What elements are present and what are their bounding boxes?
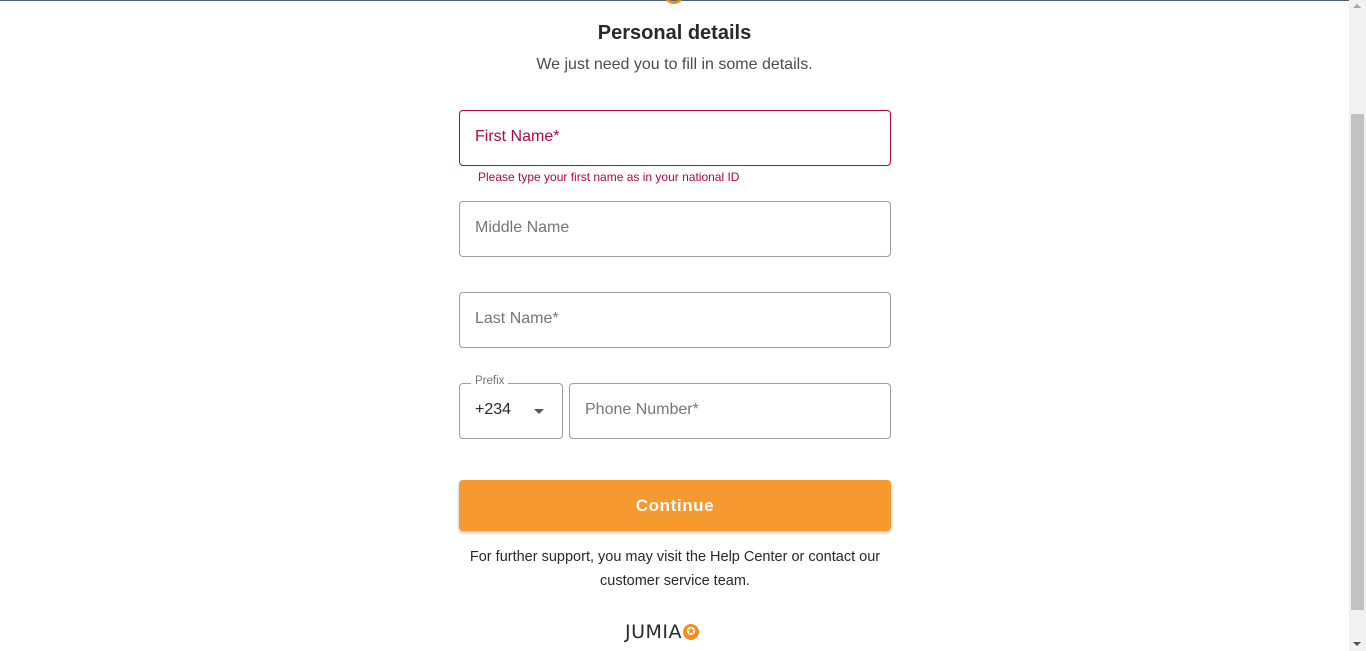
middle-name-placeholder: Middle Name: [475, 219, 570, 236]
star-icon: ✪: [683, 624, 700, 640]
scroll-up-icon[interactable]: [1353, 4, 1361, 8]
first-name-error: Please type your first name as in your n…: [478, 170, 740, 184]
vertical-scrollbar[interactable]: [1349, 0, 1366, 651]
prefix-value: +234: [475, 401, 512, 418]
prefix-select[interactable]: Prefix +234: [459, 375, 563, 439]
page-subtitle: We just need you to fill in some details…: [536, 56, 813, 73]
brand-name: JUMIA: [625, 621, 683, 643]
support-text: For further support, you may visit the H…: [469, 549, 881, 589]
logo-partial: [664, 0, 684, 4]
page: Personal details We just need you to fil…: [0, 0, 1349, 651]
phone-number-placeholder: Phone Number*: [585, 401, 699, 418]
middle-name-field[interactable]: Middle Name: [459, 201, 891, 257]
last-name-field[interactable]: Last Name*: [459, 292, 891, 348]
first-name-field[interactable]: First Name*: [459, 110, 891, 166]
phone-number-field[interactable]: Phone Number*: [569, 383, 891, 439]
prefix-label: Prefix: [471, 375, 509, 387]
chevron-down-icon[interactable]: [534, 409, 544, 414]
first-name-placeholder: First Name*: [475, 128, 560, 145]
jumia-logo: JUMIA ✪: [625, 620, 700, 644]
last-name-placeholder: Last Name*: [475, 310, 559, 327]
scroll-thumb[interactable]: [1351, 114, 1364, 610]
page-title: Personal details: [597, 22, 752, 44]
continue-button[interactable]: Continue: [459, 480, 891, 531]
scroll-down-icon[interactable]: [1353, 642, 1361, 646]
